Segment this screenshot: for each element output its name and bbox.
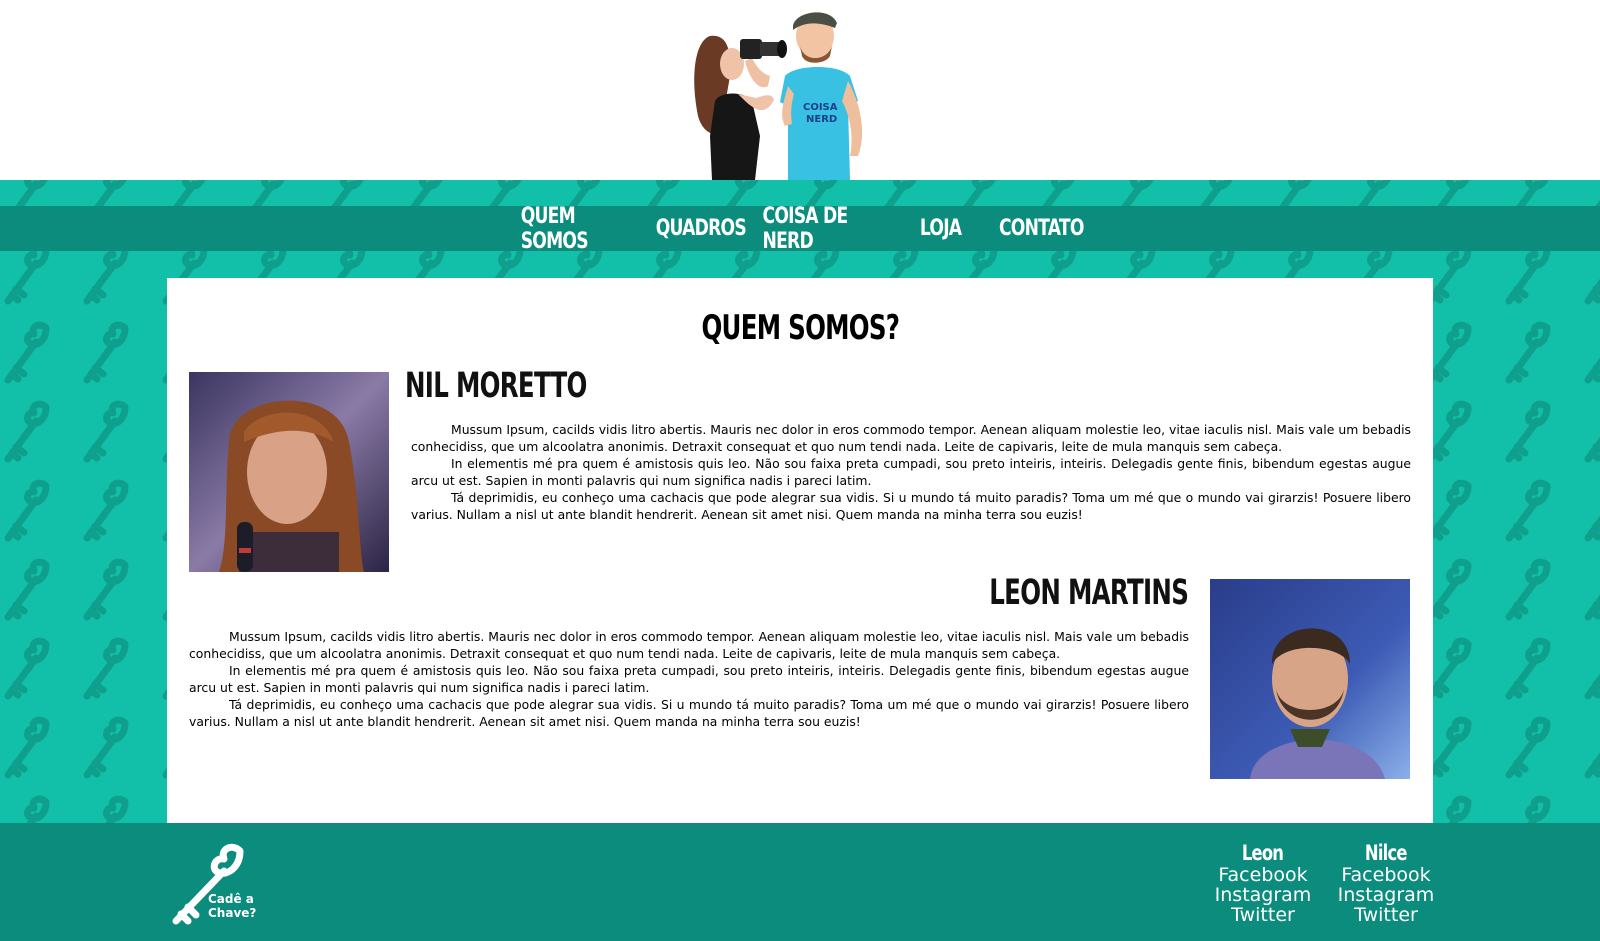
instagram-link[interactable]: Instagram bbox=[1331, 885, 1441, 905]
nav-item-quem-somos[interactable]: QUEM SOMOS bbox=[504, 204, 656, 254]
nav-item-label[interactable]: QUADROS bbox=[656, 216, 747, 241]
instagram-link[interactable]: Instagram bbox=[1208, 885, 1318, 905]
bio-paragraph: Tá deprimidis, eu conheço uma cachacis q… bbox=[189, 697, 1189, 729]
bio-paragraph: In elementis mé pra quem é amistosis qui… bbox=[189, 663, 1189, 695]
nav-item-label[interactable]: LOJA bbox=[920, 216, 962, 241]
bio-paragraph: In elementis mé pra quem é amistosis qui… bbox=[411, 456, 1411, 488]
nav-item-quadros[interactable]: QUADROS bbox=[656, 216, 747, 241]
nav-item-label[interactable]: QUEM SOMOS bbox=[521, 204, 640, 254]
person-name: NIL MORETTO bbox=[405, 366, 587, 406]
bio-paragraph: Mussum Ipsum, cacilds vidis litro aberti… bbox=[189, 629, 1189, 661]
bio-paragraph: Mussum Ipsum, cacilds vidis litro aberti… bbox=[411, 422, 1411, 454]
bearded-man-photo bbox=[1210, 579, 1410, 779]
two-cartoon-people-camera-illustration: COISA NERD bbox=[694, 12, 863, 180]
person-bio: Mussum Ipsum, cacilds vidis litro aberti… bbox=[411, 421, 1411, 523]
nav-item-label[interactable]: COISA DE NERD bbox=[763, 204, 880, 254]
page-title: QUEM SOMOS? bbox=[701, 308, 900, 348]
person-name: LEON MARTINS bbox=[989, 573, 1189, 613]
twitter-link[interactable]: Twitter bbox=[1331, 905, 1441, 925]
nav-item-loja[interactable]: LOJA bbox=[896, 216, 986, 241]
social-column-nilce: Nilce Facebook Instagram Twitter bbox=[1331, 841, 1441, 925]
facebook-link[interactable]: Facebook bbox=[1208, 865, 1318, 885]
social-owner-name: Leon bbox=[1242, 841, 1284, 865]
logo-text: Cadê a Chave? bbox=[208, 892, 257, 920]
social-owner-name: Nilce bbox=[1365, 841, 1408, 865]
nav-item-contato[interactable]: CONTATO bbox=[986, 216, 1096, 241]
bio-paragraph: Tá deprimidis, eu conheço uma cachacis q… bbox=[411, 490, 1411, 522]
svg-text:COISA: COISA bbox=[803, 102, 838, 113]
woman-with-microphone-photo bbox=[189, 372, 389, 572]
person-bio: Mussum Ipsum, cacilds vidis litro aberti… bbox=[189, 628, 1189, 730]
header: COISA NERD bbox=[0, 0, 1600, 180]
nav-item-label[interactable]: CONTATO bbox=[999, 216, 1084, 241]
svg-text:NERD: NERD bbox=[806, 114, 837, 125]
cade-a-chave-logo[interactable]: Cadê a Chave? bbox=[168, 841, 264, 931]
main-content: QUEM SOMOS? NIL MORETTO Mussum Ipsum, ca… bbox=[167, 278, 1433, 823]
twitter-link[interactable]: Twitter bbox=[1208, 905, 1318, 925]
social-column-leon: Leon Facebook Instagram Twitter bbox=[1208, 841, 1318, 925]
main-nav: QUEM SOMOS QUADROS COISA DE NERD LOJA CO… bbox=[0, 204, 1600, 254]
footer: Cadê a Chave? Leon Facebook Instagram Tw… bbox=[0, 823, 1600, 941]
facebook-link[interactable]: Facebook bbox=[1331, 865, 1441, 885]
nav-item-coisa-de-nerd[interactable]: COISA DE NERD bbox=[746, 204, 896, 254]
